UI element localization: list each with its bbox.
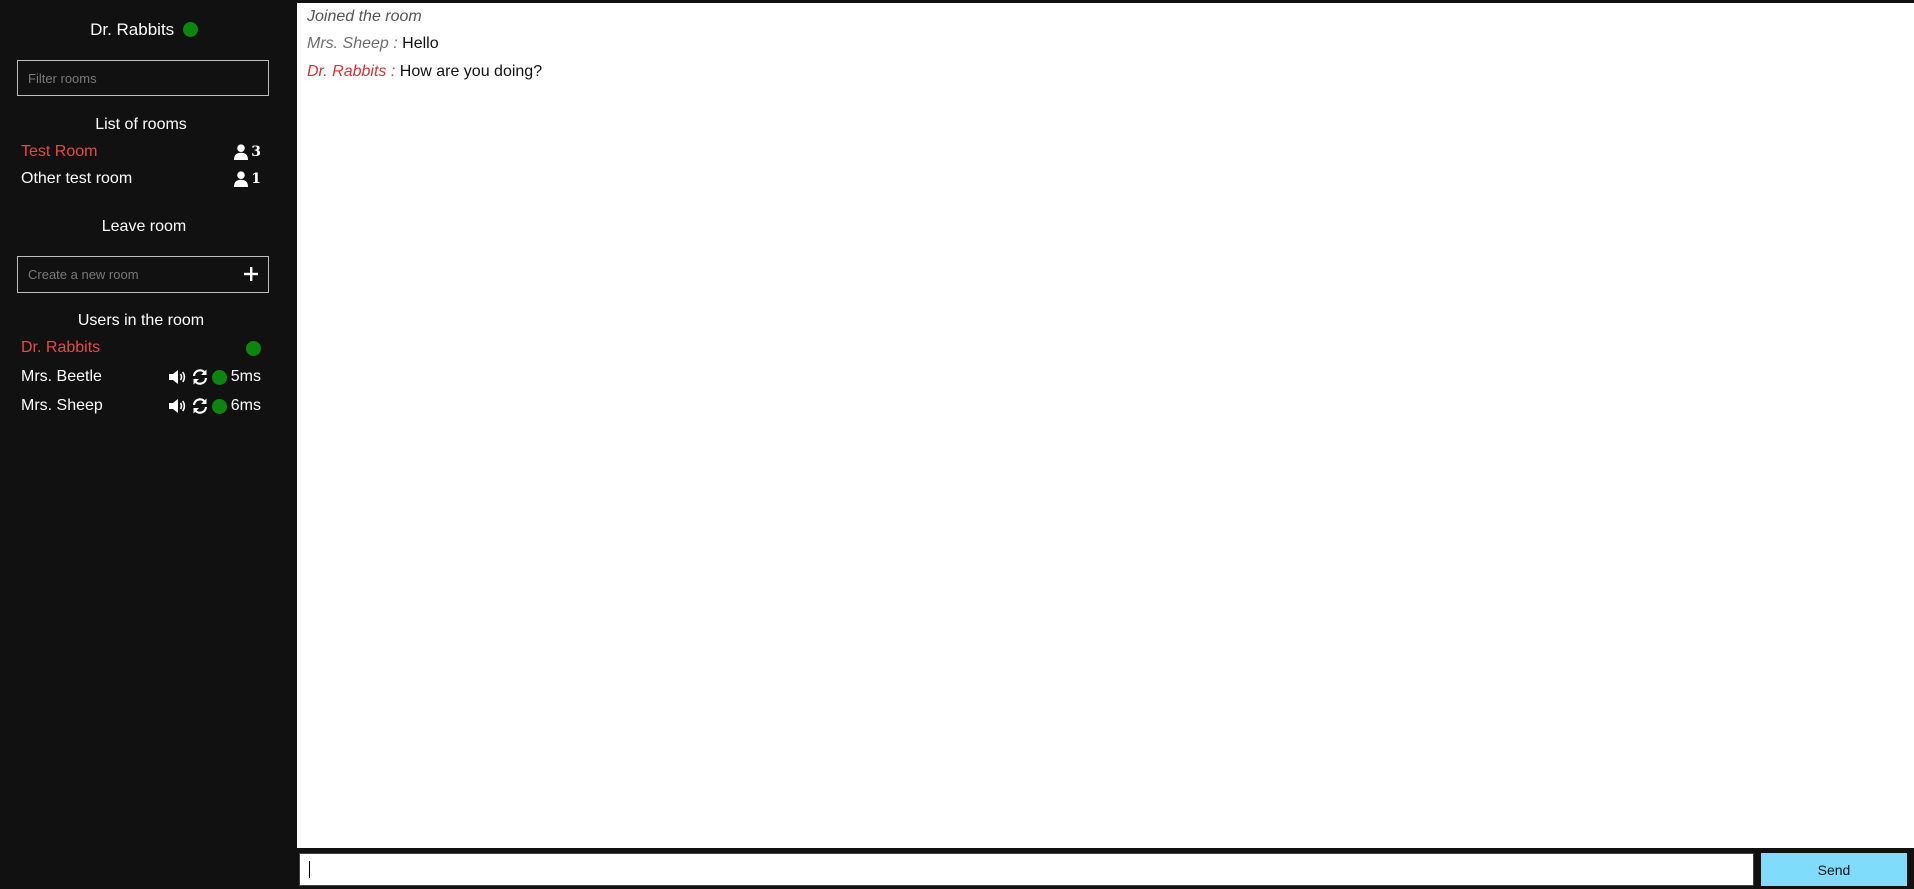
sidebar: Dr. Rabbits List of rooms Test Room 3 Ot… bbox=[0, 0, 296, 889]
system-message: Joined the room bbox=[307, 8, 422, 25]
room-item-test-room[interactable]: Test Room 3 bbox=[21, 141, 261, 163]
chat-app: Dr. Rabbits List of rooms Test Room 3 Ot… bbox=[0, 0, 1914, 889]
online-status-icon bbox=[211, 398, 227, 414]
user-item-mrs-beetle: Mrs. Beetle 5ms bbox=[21, 366, 261, 388]
user-icon bbox=[234, 171, 249, 187]
user-ping: 5ms bbox=[230, 368, 261, 385]
user-item-dr-rabbits: Dr. Rabbits bbox=[21, 337, 261, 359]
message-author: Dr. Rabbits bbox=[307, 63, 387, 80]
users-list-title: Users in the room bbox=[77, 312, 205, 329]
rooms-list-title: List of rooms bbox=[95, 116, 187, 133]
current-user-header: Dr. Rabbits bbox=[0, 20, 288, 40]
refresh-icon[interactable] bbox=[190, 368, 210, 386]
chat-message: Dr. Rabbits : How are you doing? bbox=[307, 62, 542, 82]
online-status-icon bbox=[246, 340, 261, 356]
current-user-name: Dr. Rabbits bbox=[90, 20, 175, 39]
message-input[interactable] bbox=[299, 853, 1754, 886]
volume-icon[interactable] bbox=[168, 368, 188, 386]
chat-message: Mrs. Sheep : Hello bbox=[307, 34, 439, 54]
online-status-icon bbox=[182, 22, 198, 37]
filter-rooms-input[interactable] bbox=[17, 60, 269, 96]
refresh-icon[interactable] bbox=[190, 397, 210, 415]
room-count-value: 1 bbox=[251, 171, 261, 187]
text-caret bbox=[309, 861, 310, 878]
room-count-value: 3 bbox=[251, 144, 261, 160]
create-room-input[interactable] bbox=[18, 257, 228, 292]
user-ping: 6ms bbox=[230, 397, 261, 414]
user-item-mrs-sheep: Mrs. Sheep 6ms bbox=[21, 395, 261, 417]
create-room-field bbox=[17, 256, 269, 293]
room-user-count: 3 bbox=[234, 141, 261, 163]
room-name: Other test room bbox=[21, 170, 133, 187]
user-icon bbox=[234, 144, 249, 160]
user-name: Mrs. Sheep bbox=[21, 397, 103, 414]
user-name: Dr. Rabbits bbox=[21, 339, 101, 356]
message-text: Hello bbox=[402, 35, 439, 52]
room-user-count: 1 bbox=[234, 168, 261, 190]
message-separator: : bbox=[388, 35, 403, 52]
message-separator: : bbox=[386, 63, 400, 80]
room-item-other-test-room[interactable]: Other test room 1 bbox=[21, 168, 261, 190]
message-text: How are you doing? bbox=[399, 63, 543, 80]
user-tools bbox=[246, 337, 261, 359]
plus-icon[interactable] bbox=[240, 263, 262, 285]
volume-icon[interactable] bbox=[168, 397, 188, 415]
user-tools: 5ms bbox=[168, 366, 261, 388]
room-name: Test Room bbox=[21, 143, 98, 160]
online-status-icon bbox=[211, 369, 227, 385]
message-composer: Send bbox=[297, 848, 1914, 889]
message-author: Mrs. Sheep bbox=[307, 35, 389, 52]
leave-room-button[interactable]: Leave room bbox=[0, 217, 288, 237]
send-button[interactable]: Send bbox=[1761, 853, 1907, 886]
user-tools: 6ms bbox=[168, 395, 261, 417]
user-name: Mrs. Beetle bbox=[21, 368, 102, 385]
chat-messages: Joined the room Mrs. Sheep : Hello Dr. R… bbox=[297, 3, 1914, 848]
